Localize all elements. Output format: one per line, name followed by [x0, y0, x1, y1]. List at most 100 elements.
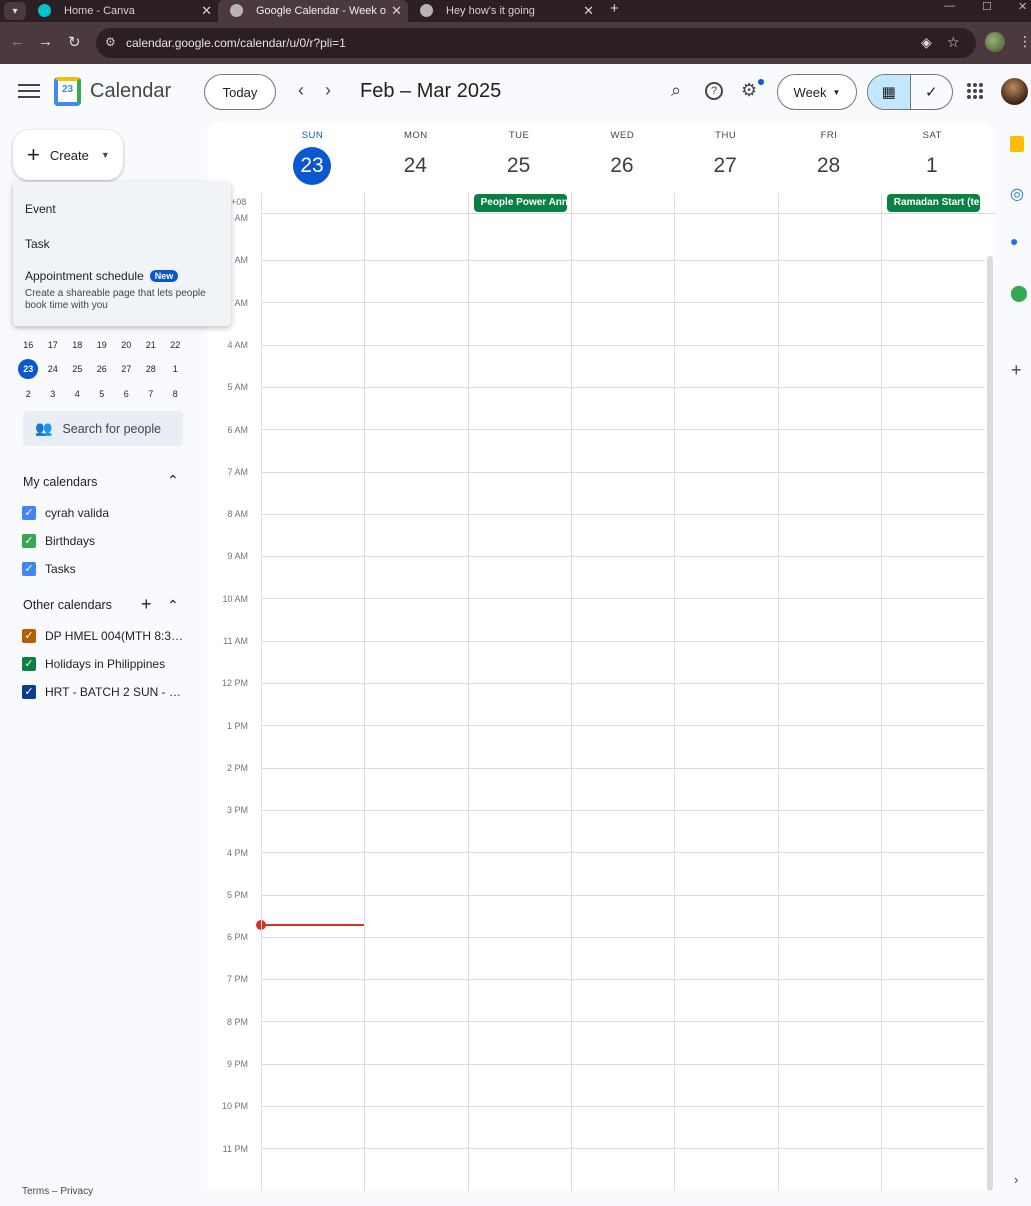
checkbox-checked-icon[interactable]: ✓: [22, 685, 36, 699]
terms-privacy-link[interactable]: Terms – Privacy: [22, 1186, 93, 1197]
checkbox-checked-icon[interactable]: ✓: [22, 534, 36, 548]
google-apps-icon[interactable]: [967, 83, 983, 99]
tab-search-button[interactable]: ▾: [4, 2, 26, 20]
calendar-item-holidays[interactable]: ✓ Holidays in Philippines: [22, 657, 192, 671]
close-tab-icon[interactable]: ✕: [391, 3, 402, 19]
day-name: SUN: [301, 130, 324, 141]
menu-item-appointment[interactable]: Appointment schedule New: [25, 269, 179, 283]
add-calendar-icon[interactable]: +: [141, 594, 152, 615]
grid-scrollbar[interactable]: [987, 256, 993, 1191]
calendar-label: cyrah valida: [45, 506, 110, 520]
account-avatar[interactable]: [1001, 78, 1028, 105]
browser-tab-chat[interactable]: Hey how's it going ✕: [408, 0, 600, 22]
show-side-panel-icon[interactable]: ›: [1014, 1172, 1018, 1187]
forward-icon[interactable]: →: [38, 33, 53, 50]
timezone-label: +08: [231, 197, 247, 207]
checkbox-checked-icon[interactable]: ✓: [22, 562, 36, 576]
today-button[interactable]: Today: [204, 74, 276, 110]
get-addons-icon[interactable]: +: [1011, 360, 1022, 381]
browser-tab-canva[interactable]: Home - Canva ✕: [26, 0, 218, 22]
main-menu-icon[interactable]: [18, 80, 40, 102]
hour-label: 7 AM: [227, 466, 248, 477]
menu-item-task[interactable]: Task: [25, 237, 50, 251]
browser-tab-calendar[interactable]: Google Calendar - Week of Feb ✕: [218, 0, 408, 22]
mini-calendar-day[interactable]: 21: [139, 335, 164, 355]
menu-item-event[interactable]: Event: [25, 202, 56, 216]
create-label: Create: [49, 147, 89, 163]
day-number[interactable]: 26: [603, 147, 641, 185]
mini-calendar-day[interactable]: 25: [65, 359, 90, 379]
day-number[interactable]: 28: [810, 147, 848, 185]
mini-calendar-day[interactable]: 6: [114, 384, 139, 404]
create-button[interactable]: + Create ▼: [13, 130, 123, 180]
search-people-input[interactable]: 👥 Search for people: [23, 411, 183, 446]
mini-calendar-day[interactable]: 19: [90, 335, 115, 355]
mini-calendar-day[interactable]: 7: [139, 384, 164, 404]
previous-week-icon[interactable]: ‹: [298, 80, 304, 101]
all-day-event[interactable]: People Power Anniversary: [473, 194, 567, 212]
my-calendars-title[interactable]: My calendars: [23, 475, 97, 489]
other-calendars-title[interactable]: Other calendars: [23, 598, 112, 612]
mini-calendar-day[interactable]: 16: [16, 335, 41, 355]
back-icon[interactable]: ←: [10, 33, 25, 50]
contacts-icon[interactable]: ●: [1010, 233, 1018, 249]
mini-calendar-day[interactable]: 5: [90, 384, 115, 404]
mini-calendar-day[interactable]: 1: [163, 359, 188, 379]
mini-calendar-day[interactable]: 27: [114, 359, 139, 379]
maximize-icon[interactable]: ☐: [982, 0, 992, 13]
day-number[interactable]: 23: [293, 147, 331, 185]
bookmark-star-icon[interactable]: ☆: [947, 34, 960, 51]
day-number[interactable]: 27: [706, 147, 744, 185]
new-tab-button[interactable]: +: [610, 0, 619, 17]
keep-icon[interactable]: [1010, 136, 1024, 152]
tasks-icon[interactable]: ◎: [1010, 184, 1024, 204]
mini-calendar-day[interactable]: 28: [139, 359, 164, 379]
mini-calendar-day[interactable]: 8: [163, 384, 188, 404]
mini-calendar-day[interactable]: 17: [41, 335, 66, 355]
hour-label: 8 AM: [227, 509, 248, 520]
mini-calendar-day[interactable]: 24: [41, 359, 66, 379]
close-window-icon[interactable]: ✕: [1018, 0, 1027, 13]
mini-calendar-day[interactable]: 4: [65, 384, 90, 404]
collapse-chevron-icon[interactable]: ⌃: [167, 472, 179, 489]
browser-menu-icon[interactable]: ⋮: [1018, 33, 1031, 50]
calendar-item-hrt-batch[interactable]: ✓ HRT - BATCH 2 SUN - 6:0...: [22, 685, 192, 699]
mini-calendar-day[interactable]: 2: [16, 384, 41, 404]
help-icon[interactable]: ?: [705, 82, 723, 100]
calendar-item-dp-hmel[interactable]: ✓ DP HMEL 004(MTH 8:30-...: [22, 629, 192, 643]
mini-calendar-week: 2 3 4 5 6 7 8: [16, 384, 186, 404]
settings-gear-icon[interactable]: ⚙: [741, 80, 757, 101]
mini-calendar-day-selected[interactable]: 23: [18, 359, 39, 379]
search-icon[interactable]: ⌕: [671, 80, 681, 101]
close-tab-icon[interactable]: ✕: [201, 3, 212, 19]
extension-icon[interactable]: ◈: [921, 34, 932, 51]
calendar-item-tasks[interactable]: ✓ Tasks: [22, 562, 192, 576]
close-tab-icon[interactable]: ✕: [583, 3, 594, 19]
calendar-item-birthdays[interactable]: ✓ Birthdays: [22, 534, 192, 548]
hour-gridline: [261, 683, 985, 684]
calendar-view-icon[interactable]: ▦: [868, 75, 911, 109]
reload-icon[interactable]: ↻: [68, 33, 81, 51]
day-number[interactable]: 24: [396, 147, 434, 185]
next-week-icon[interactable]: ›: [325, 80, 331, 101]
day-number[interactable]: 1: [913, 147, 951, 185]
mini-calendar-day[interactable]: 26: [90, 359, 115, 379]
mini-calendar-day[interactable]: 22: [163, 335, 188, 355]
site-info-icon[interactable]: ⚙: [105, 35, 116, 49]
tasks-view-icon[interactable]: ✓: [911, 75, 953, 109]
collapse-chevron-icon[interactable]: ⌃: [167, 597, 179, 614]
minimize-icon[interactable]: —: [944, 0, 955, 12]
day-number[interactable]: 25: [500, 147, 538, 185]
profile-avatar[interactable]: [985, 32, 1005, 52]
all-day-event[interactable]: Ramadan Start (tentative): [886, 194, 981, 212]
checkbox-checked-icon[interactable]: ✓: [22, 629, 36, 643]
address-bar[interactable]: ⚙ calendar.google.com/calendar/u/0/r?pli…: [96, 28, 976, 58]
checkbox-checked-icon[interactable]: ✓: [22, 657, 36, 671]
checkbox-checked-icon[interactable]: ✓: [22, 506, 36, 520]
mini-calendar-day[interactable]: 20: [114, 335, 139, 355]
mini-calendar-day[interactable]: 18: [65, 335, 90, 355]
view-select-button[interactable]: Week ▼: [777, 74, 857, 110]
mini-calendar-day[interactable]: 3: [41, 384, 66, 404]
calendar-item-cyrah[interactable]: ✓ cyrah valida: [22, 506, 192, 520]
maps-icon[interactable]: ⬤: [1010, 283, 1028, 303]
